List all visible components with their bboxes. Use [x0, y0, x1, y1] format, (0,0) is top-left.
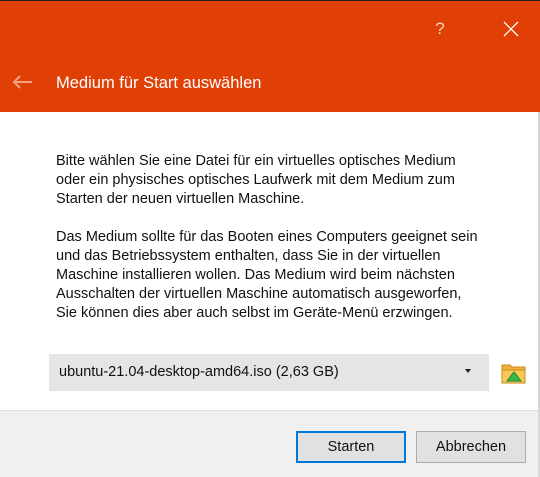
title-bar: ? Medium für Start auswählen — [0, 0, 540, 112]
description-paragraph-1: Bitte wählen Sie eine Datei für ein virt… — [56, 152, 506, 209]
cancel-button[interactable]: Abbrechen — [416, 431, 526, 463]
description-paragraph-2: Das Medium sollte für das Booten eines C… — [56, 228, 506, 323]
text-line: Das Medium sollte für das Booten eines C… — [56, 229, 478, 245]
text-line: Ausschalten der virtuellen Maschine auto… — [56, 286, 462, 302]
close-button[interactable] — [488, 12, 534, 46]
chevron-down-icon — [465, 369, 471, 373]
window-top-border — [0, 0, 540, 1]
help-button[interactable]: ? — [418, 12, 462, 46]
close-icon — [503, 21, 519, 37]
text-line: Maschine installieren wollen. Das Medium… — [56, 267, 455, 283]
text-line: Sie können dies aber auch selbst im Gerä… — [56, 305, 453, 321]
start-button[interactable]: Starten — [296, 431, 406, 463]
text-line: und das Betriebssystem enthalten, dass S… — [56, 248, 441, 264]
dialog-title: Medium für Start auswählen — [56, 74, 262, 92]
text-line: Starten der neuen virtuellen Maschine. — [56, 191, 305, 207]
medium-select[interactable]: ubuntu-21.04-desktop-amd64.iso (2,63 GB) — [49, 354, 489, 391]
arrow-left-icon — [12, 75, 32, 89]
dialog-window: ? Medium für Start auswählen Bitte wähle… — [0, 0, 540, 477]
medium-select-value: ubuntu-21.04-desktop-amd64.iso (2,63 GB) — [59, 364, 339, 380]
text-line: oder ein physisches optisches Laufwerk m… — [56, 172, 455, 188]
choose-file-button[interactable] — [500, 359, 528, 387]
text-line: Bitte wählen Sie eine Datei für ein virt… — [56, 153, 456, 169]
folder-icon — [501, 364, 526, 384]
description-text: Bitte wählen Sie eine Datei für ein virt… — [56, 152, 506, 323]
back-button[interactable] — [8, 70, 40, 94]
